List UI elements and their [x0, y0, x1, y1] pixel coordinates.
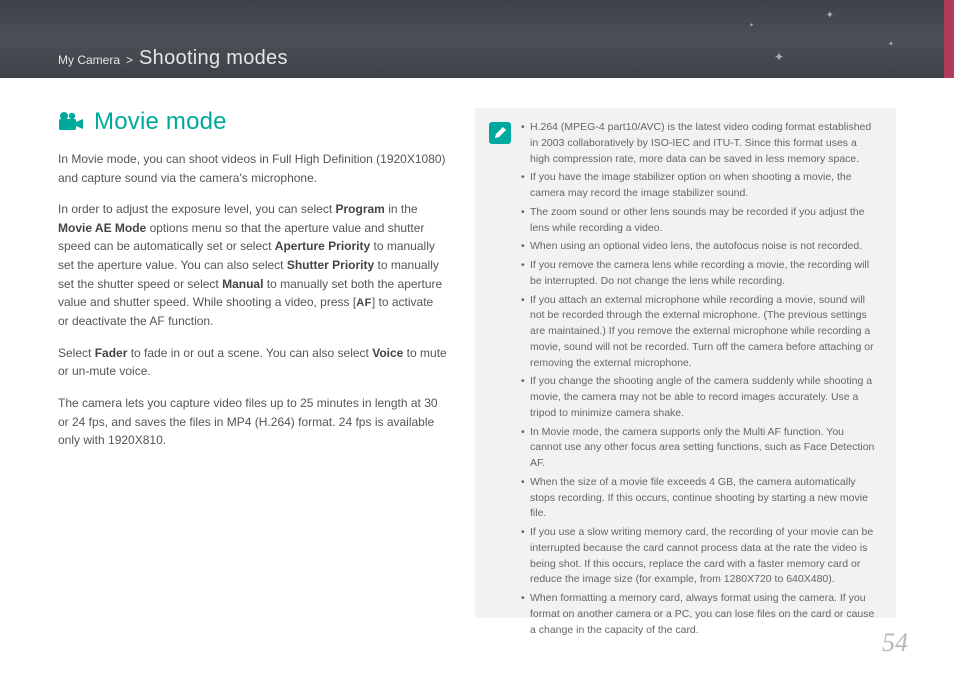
- heading-row: Movie mode: [58, 108, 447, 136]
- breadcrumb: My Camera > Shooting modes: [58, 47, 288, 70]
- pencil-note-icon: [489, 122, 511, 144]
- content-area: Movie mode In Movie mode, you can shoot …: [0, 78, 954, 618]
- paragraph-4: The camera lets you capture video files …: [58, 394, 447, 450]
- body-text: In Movie mode, you can shoot videos in F…: [58, 150, 447, 450]
- main-column: Movie mode In Movie mode, you can shoot …: [58, 108, 447, 618]
- paragraph-1: In Movie mode, you can shoot videos in F…: [58, 150, 447, 187]
- note-box: H.264 (MPEG-4 part10/AVC) is the latest …: [475, 108, 896, 618]
- page-title: Movie mode: [94, 108, 227, 136]
- accent-bar: [944, 0, 954, 78]
- note-item: If you remove the camera lens while reco…: [521, 258, 878, 290]
- note-item: If you attach an external microphone whi…: [521, 293, 878, 372]
- paragraph-2: In order to adjust the exposure level, y…: [58, 200, 447, 331]
- movie-camera-icon: [58, 112, 84, 132]
- breadcrumb-sep: >: [126, 53, 133, 67]
- note-item: If you have the image stabilizer option …: [521, 170, 878, 202]
- note-item: If you change the shooting angle of the …: [521, 374, 878, 421]
- note-item: In Movie mode, the camera supports only …: [521, 425, 878, 472]
- page-number: 54: [882, 628, 908, 658]
- header-band: ✦ ✦ ✦ ✦ My Camera > Shooting modes: [0, 0, 954, 78]
- note-item: If you use a slow writing memory card, t…: [521, 525, 878, 588]
- breadcrumb-section: Shooting modes: [139, 47, 288, 70]
- note-item: The zoom sound or other lens sounds may …: [521, 205, 878, 237]
- af-button-label: AF: [356, 295, 372, 312]
- breadcrumb-category: My Camera: [58, 53, 120, 67]
- note-list: H.264 (MPEG-4 part10/AVC) is the latest …: [521, 120, 878, 604]
- paragraph-3: Select Fader to fade in or out a scene. …: [58, 344, 447, 381]
- note-item: When using an optional video lens, the a…: [521, 239, 878, 255]
- note-item: When formatting a memory card, always fo…: [521, 591, 878, 638]
- note-item: H.264 (MPEG-4 part10/AVC) is the latest …: [521, 120, 878, 167]
- note-item: When the size of a movie file exceeds 4 …: [521, 475, 878, 522]
